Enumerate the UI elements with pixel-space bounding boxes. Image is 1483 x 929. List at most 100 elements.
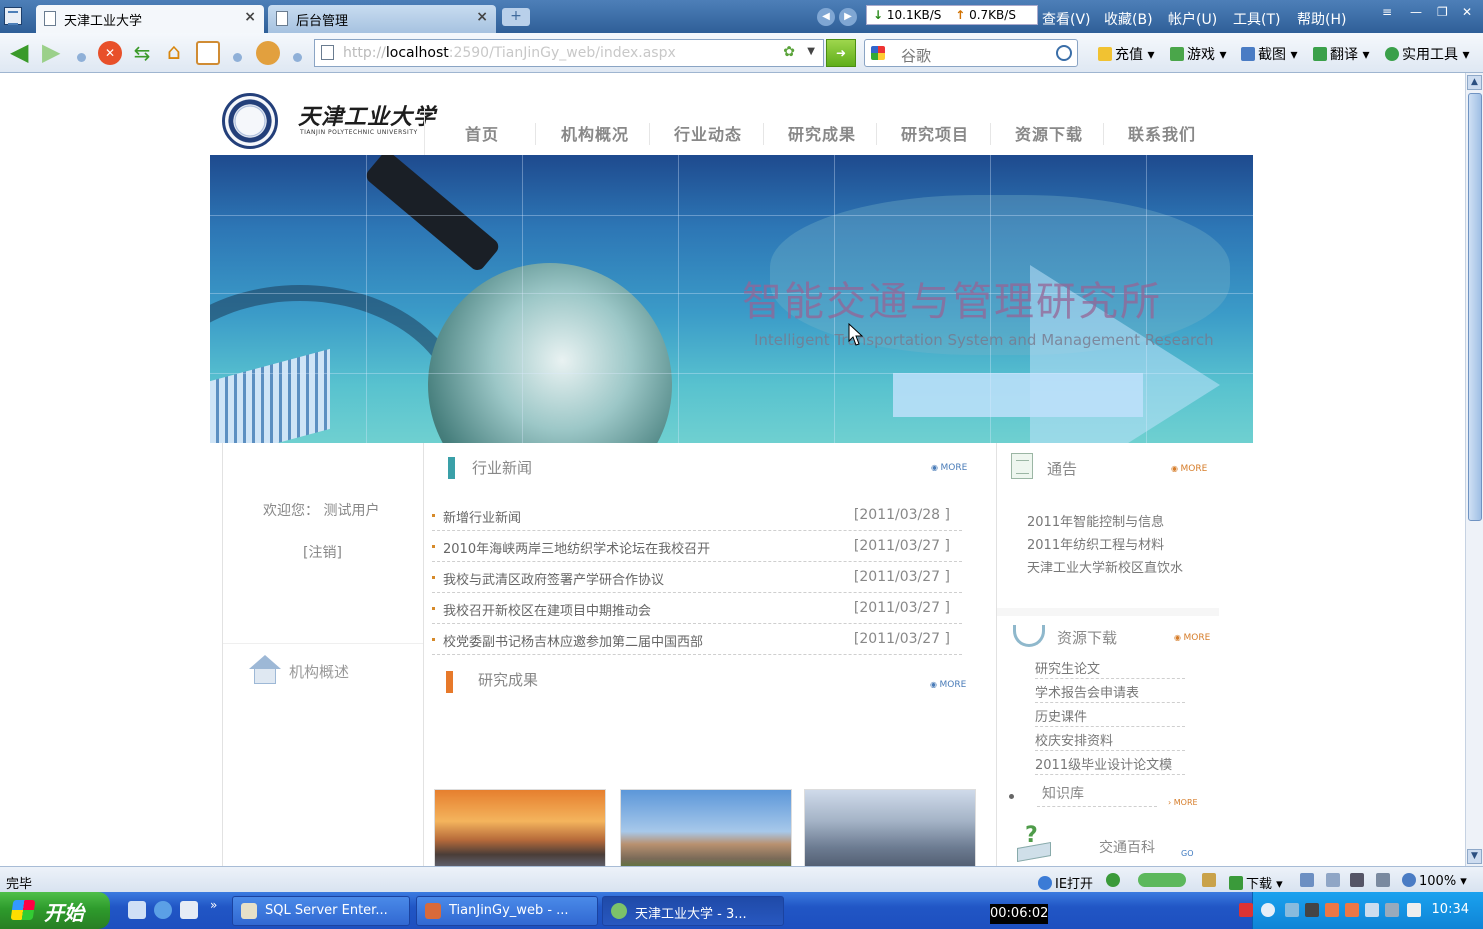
recharge-button[interactable]: 充值 ▾ [1098,44,1154,64]
security-icon[interactable]: ✿ [783,44,795,60]
news-title[interactable]: 我校召开新校区在建项目中期推动会 [443,600,651,619]
nav-home[interactable]: 首页 [465,121,499,145]
address-bar[interactable]: http://localhost:2590/TianJinGy_web/inde… [314,39,824,67]
dropdown-dot-icon[interactable] [233,53,242,62]
page-status-icon[interactable] [1326,873,1343,889]
chevron-left-icon[interactable] [1261,903,1275,917]
news-more-link[interactable]: MORE [931,463,968,473]
forward-icon[interactable]: ▶ [42,40,66,65]
document-icon[interactable] [180,901,198,919]
screenshot-button[interactable]: 截图 ▾ [1241,44,1297,64]
search-icon[interactable] [1056,45,1072,61]
resource-item[interactable]: 历史课件 [1035,703,1185,727]
nav-industry-news[interactable]: 行业动态 [674,121,742,145]
qq-icon[interactable] [1345,903,1359,917]
chevron-down-icon[interactable]: ▼ [807,46,815,57]
resource-item[interactable]: 研究生论文 [1035,655,1185,679]
notice-item[interactable]: 2011年智能控制与信息 [1027,511,1164,530]
research-more-link[interactable]: MORE [930,680,967,690]
globe-status-icon[interactable] [1106,873,1123,889]
nav-contact[interactable]: 联系我们 [1128,121,1196,145]
nav-organization[interactable]: 机构概况 [561,121,629,145]
resource-item[interactable]: 校庆安排资料 [1035,727,1185,751]
news-title[interactable]: 我校与武清区政府签署产学研合作协议 [443,569,664,588]
notice-more-link[interactable]: MORE [1171,464,1208,474]
search-input[interactable]: 谷歌 [864,39,1078,67]
input-method-icon[interactable] [1239,903,1253,917]
translate-button[interactable]: 翻译 ▾ [1313,44,1369,64]
refresh-icon[interactable]: ⇆ [130,41,154,65]
knowledge-more-link[interactable]: MORE [1168,798,1198,807]
skin-icon[interactable]: ≡ [1382,5,1392,19]
sound-status-icon[interactable] [1376,873,1393,889]
close-icon[interactable]: × [476,9,488,25]
news-title[interactable]: 新增行业新闻 [443,507,521,526]
printer-status-icon[interactable] [1350,873,1367,889]
restore-icon[interactable]: ❐ [1437,5,1448,19]
resources-more-link[interactable]: MORE [1174,633,1211,643]
logout-link[interactable]: [注销] [303,542,342,562]
task-visual-studio[interactable]: TianJinGy_web - ... [416,896,598,926]
close-icon[interactable]: × [244,9,256,25]
network-icon[interactable] [1285,903,1299,917]
open-in-ie-button[interactable]: IE打开 [1038,873,1093,892]
dropdown-dot-icon[interactable] [77,53,86,62]
news-item[interactable]: 校党委副书记杨吉林应邀参加第二届中国西部 [2011/03/27 ] [432,624,962,655]
wiki-go-link[interactable]: GO [1181,849,1194,858]
start-button[interactable]: 开始 [0,892,110,929]
scroll-down-icon[interactable]: ▼ [1467,849,1482,864]
nav-downloads[interactable]: 资源下载 [1015,121,1083,145]
home-icon[interactable]: ⌂ [162,41,186,65]
org-overview-link[interactable]: 机构概述 [289,661,349,682]
go-button[interactable]: ➜ [826,39,856,67]
tab-scroll-right-icon[interactable]: ▶ [839,8,857,26]
scroll-thumb[interactable] [1468,93,1482,521]
research-photo[interactable] [620,789,792,866]
menu-tools[interactable]: 工具(T) [1233,9,1280,29]
back-icon[interactable]: ◀ [10,40,34,65]
task-sql-server[interactable]: SQL Server Enter... [232,896,410,926]
menu-account[interactable]: 帐户(U) [1168,9,1217,29]
notice-item[interactable]: 2011年纺织工程与材料 [1027,534,1164,553]
news-title[interactable]: 校党委副书记杨吉林应邀参加第二届中国西部 [443,631,703,650]
menu-favorites[interactable]: 收藏(B) [1104,9,1153,29]
stop-icon[interactable]: ✕ [98,41,122,65]
news-item[interactable]: 新增行业新闻 [2011/03/28 ] [432,500,962,531]
history-icon[interactable] [196,41,220,65]
resource-item[interactable]: 2011级毕业设计论文模 [1035,751,1185,775]
downloads-button[interactable]: 下载 ▾ [1229,873,1283,892]
tab-admin[interactable]: 后台管理 × [268,5,496,33]
speaker-icon[interactable] [1365,903,1379,917]
tab-scroll-left-icon[interactable]: ◀ [817,8,835,26]
traffic-wiki-title[interactable]: 交通百科 [1099,837,1155,857]
bookmark-status-icon[interactable] [1202,873,1219,889]
tab-tianjin[interactable]: 天津工业大学 × [36,5,264,33]
device-icon[interactable] [1407,903,1421,917]
vertical-scrollbar[interactable]: ▲ ▼ [1465,73,1483,866]
news-item[interactable]: 2010年海峡两岸三地纺织学术论坛在我校召开 [2011/03/27 ] [432,531,962,562]
scroll-up-icon[interactable]: ▲ [1467,75,1482,90]
zoom-control[interactable]: 100% ▾ [1402,873,1467,889]
menu-help[interactable]: 帮助(H) [1297,9,1346,29]
news-item[interactable]: 我校与武清区政府签署产学研合作协议 [2011/03/27 ] [432,562,962,593]
toggle-icon[interactable] [1138,873,1186,887]
qq-icon[interactable] [1305,903,1319,917]
dropdown-dot-icon[interactable] [293,53,302,62]
research-photo[interactable] [804,789,976,866]
utilities-button[interactable]: 实用工具 ▾ [1385,44,1469,64]
qq-icon[interactable] [1325,903,1339,917]
new-tab-button[interactable]: + [502,8,530,26]
nav-research-results[interactable]: 研究成果 [788,121,856,145]
university-seal-logo[interactable] [222,93,278,149]
menu-view[interactable]: 查看(V) [1042,9,1091,29]
desktop-icon[interactable] [128,901,146,919]
notice-item[interactable]: 天津工业大学新校区直饮水 [1027,557,1183,576]
nav-research-projects[interactable]: 研究项目 [901,121,969,145]
minimize-icon[interactable]: — [1410,5,1422,19]
games-button[interactable]: 游戏 ▾ [1170,44,1226,64]
ie-icon[interactable] [154,901,172,919]
resource-item[interactable]: 学术报告会申请表 [1035,679,1185,703]
news-item[interactable]: 我校召开新校区在建项目中期推动会 [2011/03/27 ] [432,593,962,624]
task-browser[interactable]: 天津工业大学 - 3... [602,896,784,926]
chevron-double-right-icon[interactable]: » [210,898,217,912]
